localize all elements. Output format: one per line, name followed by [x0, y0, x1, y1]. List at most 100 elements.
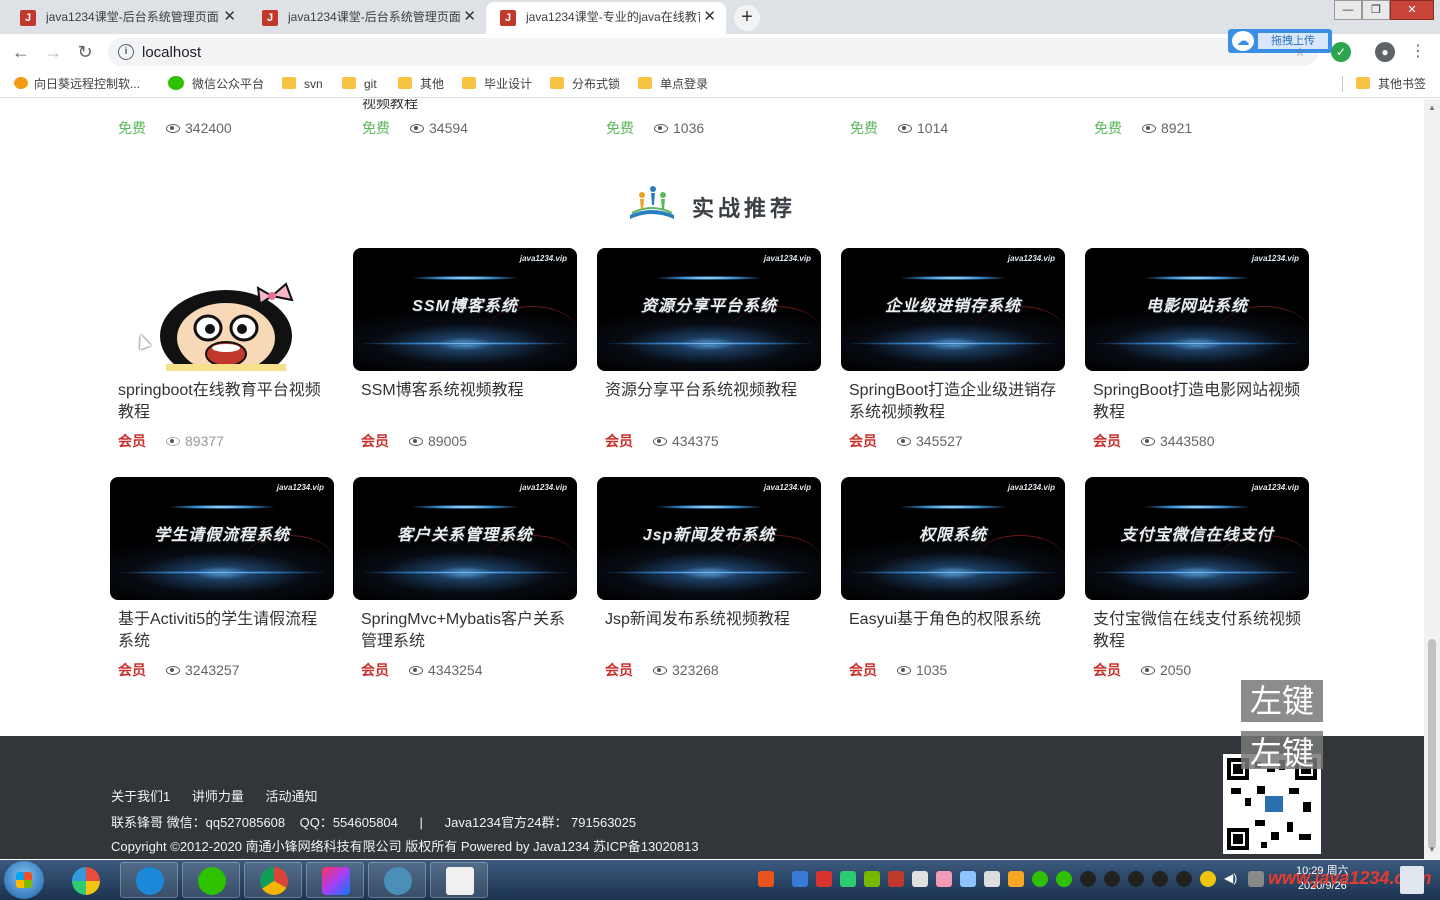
bookmark-distributed-lock[interactable]: 分布式锁 — [550, 75, 620, 93]
course-title[interactable]: 支付宝微信在线支付系统视频教程 — [1093, 609, 1307, 653]
course-thumbnail[interactable]: java1234.vip 权限系统 — [841, 477, 1065, 600]
course-title[interactable]: Jsp新闻发布系统视频教程 — [605, 609, 819, 631]
start-button[interactable] — [4, 861, 44, 899]
qq-penguin-icon[interactable] — [1104, 871, 1120, 887]
back-arrow-icon[interactable]: ← — [10, 41, 32, 63]
extension-check-icon[interactable]: ✓ — [1331, 42, 1351, 62]
scroll-down-arrow-icon[interactable]: ▼ — [1428, 845, 1436, 854]
course-card[interactable]: springboot在线教育平台视频教程 会员 89377 — [110, 248, 334, 458]
course-thumbnail[interactable]: java1234.vip Jsp新闻发布系统 — [597, 477, 821, 600]
bookmark-git[interactable]: git — [342, 75, 377, 93]
course-card[interactable]: java1234.vip SSM博客系统 SSM博客系统视频教程 会员 89005 — [353, 248, 577, 458]
tab-2[interactable]: J java1234课堂-后台系统管理页面 ✕ — [248, 2, 486, 34]
course-title[interactable]: SpringBoot打造电影网站视频教程 — [1093, 380, 1307, 424]
tray-app-icon[interactable] — [792, 871, 808, 887]
tab-close-icon[interactable]: ✕ — [223, 2, 236, 32]
footer-link-about[interactable]: 关于我们1 — [111, 789, 170, 804]
reload-icon[interactable]: ↻ — [74, 41, 96, 63]
omnibox[interactable]: i — [108, 38, 1318, 66]
course-thumbnail[interactable]: java1234.vip 电影网站系统 — [1085, 248, 1309, 371]
bookmark-sso[interactable]: 单点登录 — [638, 75, 708, 93]
bookmark-other-bookmarks[interactable]: 其他书签 — [1356, 75, 1426, 93]
light-flare — [657, 505, 761, 509]
course-title[interactable]: SpringMvc+Mybatis客户关系管理系统 — [361, 609, 575, 653]
close-window-button[interactable]: ✕ — [1390, 0, 1434, 20]
menu-dots-icon[interactable]: ⋮ — [1408, 42, 1428, 62]
taskbar-app-edge[interactable] — [120, 862, 178, 898]
tab-3-active[interactable]: J java1234课堂-专业的java在线教育 ✕ — [486, 2, 726, 34]
qq-penguin-icon[interactable] — [1128, 871, 1144, 887]
scrollbar-thumb[interactable] — [1428, 639, 1436, 849]
taskbar-app-intellij[interactable] — [306, 862, 364, 898]
bookmark-svn[interactable]: svn — [282, 75, 323, 93]
network-icon[interactable] — [1248, 871, 1264, 887]
wechat-tray-icon[interactable] — [1032, 871, 1048, 887]
bookmark-wechat[interactable]: 微信公众平台 — [168, 75, 264, 93]
url-input[interactable] — [142, 42, 542, 62]
course-card[interactable]: java1234.vip 资源分享平台系统 资源分享平台系统视频教程 会员 434… — [597, 248, 821, 458]
tab-close-icon[interactable]: ✕ — [463, 2, 476, 32]
bookmark-star-icon[interactable]: ☆ — [1290, 42, 1310, 62]
security-shield-icon[interactable] — [840, 871, 856, 887]
action-center-icon[interactable] — [1400, 866, 1424, 894]
course-title[interactable]: 基于Activiti5的学生请假流程系统 — [118, 609, 332, 653]
course-title[interactable]: Easyui基于角色的权限系统 — [849, 609, 1063, 631]
course-thumbnail[interactable]: java1234.vip 学生请假流程系统 — [110, 477, 334, 600]
tray-app-icon[interactable] — [960, 871, 976, 887]
volume-icon[interactable]: ◀) — [1224, 871, 1240, 887]
tray-app-icon[interactable] — [1008, 871, 1024, 887]
course-title[interactable]: 资源分享平台系统视频教程 — [605, 380, 819, 402]
bookmark-graduation[interactable]: 毕业设计 — [462, 75, 532, 93]
minimize-button[interactable]: — — [1334, 0, 1362, 20]
tray-app-icon[interactable] — [912, 871, 928, 887]
qq-penguin-icon[interactable] — [1152, 871, 1168, 887]
site-info-icon[interactable]: i — [118, 44, 134, 60]
scroll-up-arrow-icon[interactable]: ▲ — [1428, 103, 1436, 112]
top-course-meta-3: 免费 1036 — [606, 119, 704, 137]
course-card[interactable]: java1234.vip 电影网站系统 SpringBoot打造电影网站视频教程… — [1085, 248, 1309, 458]
restore-button[interactable]: ❐ — [1362, 0, 1390, 20]
course-title[interactable]: SSM博客系统视频教程 — [361, 380, 575, 402]
taskbar-app-navicat[interactable] — [430, 862, 488, 898]
course-card[interactable]: java1234.vip Jsp新闻发布系统 Jsp新闻发布系统视频教程 会员 3… — [597, 477, 821, 687]
course-card[interactable]: java1234.vip 学生请假流程系统 基于Activiti5的学生请假流程… — [110, 477, 334, 687]
tray-app-icon[interactable] — [1200, 871, 1216, 887]
tray-app-icon[interactable] — [816, 871, 832, 887]
new-tab-button[interactable]: + — [734, 5, 760, 31]
taskbar-app-chrome[interactable] — [244, 862, 302, 898]
eye-icon — [654, 124, 668, 133]
qq-penguin-icon[interactable] — [1080, 871, 1096, 887]
sogou-input-icon[interactable] — [758, 871, 774, 887]
taskbar-app-mysql[interactable] — [368, 862, 426, 898]
course-card[interactable]: java1234.vip 权限系统 Easyui基于角色的权限系统 会员 1035 — [841, 477, 1065, 687]
taskbar-app-wechat[interactable] — [182, 862, 240, 898]
drag-upload-button[interactable]: ☁ 拖拽上传 — [1228, 29, 1332, 53]
course-thumbnail[interactable]: java1234.vip 企业级进销存系统 — [841, 248, 1065, 371]
course-thumbnail[interactable]: java1234.vip 资源分享平台系统 — [597, 248, 821, 371]
course-thumbnail[interactable]: java1234.vip 客户关系管理系统 — [353, 477, 577, 600]
footer-link-events[interactable]: 活动通知 — [266, 789, 318, 804]
tray-app-icon[interactable] — [888, 871, 904, 887]
qq-penguin-icon[interactable] — [1176, 871, 1192, 887]
forward-arrow-icon[interactable]: → — [42, 41, 64, 63]
footer-link-teachers[interactable]: 讲师力量 — [192, 789, 244, 804]
tray-app-icon[interactable] — [984, 871, 1000, 887]
tray-app-icon[interactable] — [936, 871, 952, 887]
course-thumbnail[interactable]: java1234.vip 支付宝微信在线支付 — [1085, 477, 1309, 600]
course-card[interactable]: java1234.vip 支付宝微信在线支付 支付宝微信在线支付系统视频教程 会… — [1085, 477, 1309, 687]
price-badge: 免费 — [606, 120, 634, 136]
tab-close-icon[interactable]: ✕ — [703, 2, 716, 32]
bookmark-other[interactable]: 其他 — [398, 75, 444, 93]
taskbar-app-pinwheel[interactable] — [56, 862, 114, 898]
course-title[interactable]: springboot在线教育平台视频教程 — [118, 380, 332, 424]
page-scrollbar[interactable]: ▲ ▼ — [1424, 99, 1440, 859]
course-card[interactable]: java1234.vip 客户关系管理系统 SpringMvc+Mybatis客… — [353, 477, 577, 687]
course-title[interactable]: SpringBoot打造企业级进销存系统视频教程 — [849, 380, 1063, 424]
bookmark-sunflower[interactable]: 向日葵远程控制软... — [14, 75, 140, 93]
wechat-tray-icon[interactable] — [1056, 871, 1072, 887]
nvidia-icon[interactable] — [864, 871, 880, 887]
profile-avatar-icon[interactable]: ● — [1375, 42, 1395, 62]
course-card[interactable]: java1234.vip 企业级进销存系统 SpringBoot打造企业级进销存… — [841, 248, 1065, 458]
course-thumbnail[interactable]: java1234.vip SSM博客系统 — [353, 248, 577, 371]
tab-1[interactable]: J java1234课堂-后台系统管理页面 ✕ — [6, 2, 246, 34]
